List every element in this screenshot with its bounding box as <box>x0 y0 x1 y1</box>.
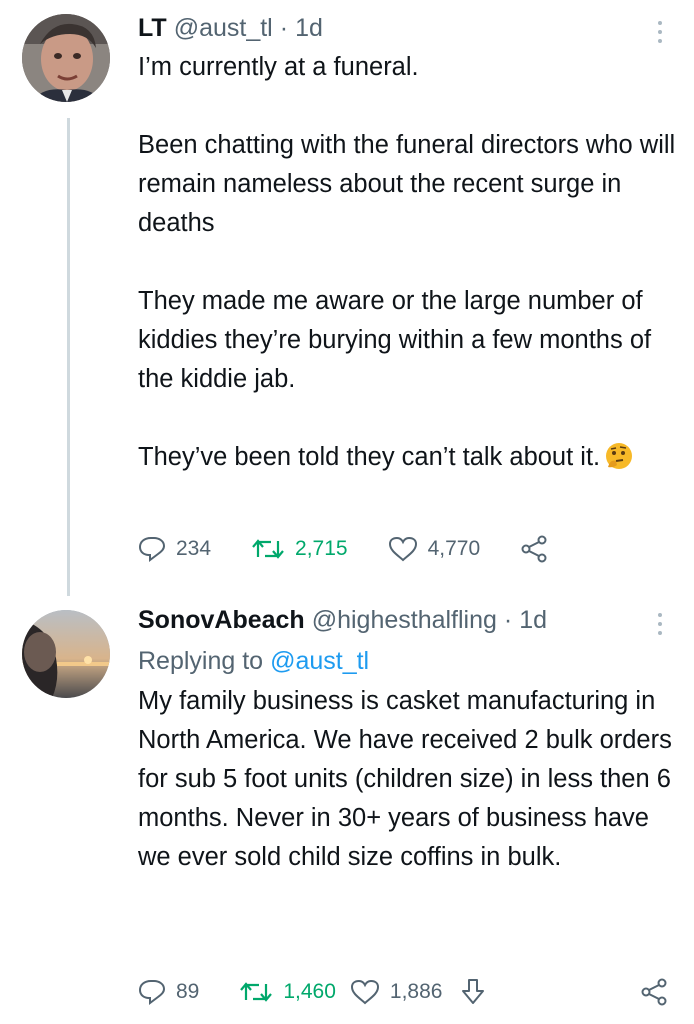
like-button[interactable]: 1,886 <box>350 979 443 1005</box>
share-icon <box>521 535 547 563</box>
tweet-2-text: My family business is casket manufacturi… <box>138 682 678 877</box>
tweet-2-author-name[interactable]: SonovAbeach <box>138 606 305 635</box>
like-count: 4,770 <box>427 537 481 560</box>
retweet-button[interactable]: 2,715 <box>251 537 348 561</box>
replying-to-link[interactable]: @aust_tl <box>270 647 369 676</box>
reply-button[interactable]: 234 <box>138 536 211 562</box>
tweet-1-author-name[interactable]: LT <box>138 14 167 43</box>
retweet-count: 1,460 <box>283 980 336 1003</box>
tweet-2[interactable]: SonovAbeach @highesthalfling · 1d Replyi… <box>138 600 678 877</box>
tweet-1-separator: · <box>279 13 289 42</box>
tweet-2-header: SonovAbeach @highesthalfling · 1d <box>138 600 678 640</box>
reply-icon <box>138 537 166 562</box>
retweet-icon <box>240 982 273 1002</box>
reply-button[interactable]: 89 <box>138 979 199 1005</box>
tweet-1-paragraph-4: They’ve been told they can’t talk about … <box>138 443 601 471</box>
download-button[interactable] <box>460 978 496 1006</box>
download-icon <box>462 979 485 1004</box>
replying-to-line: Replying to @aust_tl <box>138 640 678 682</box>
share-button[interactable] <box>640 978 678 1006</box>
replying-to-label: Replying to <box>138 646 264 675</box>
reply-count: 234 <box>176 537 212 560</box>
share-button[interactable] <box>520 535 558 563</box>
retweet-button[interactable]: 1,460 <box>239 980 336 1004</box>
tweet-1-actions: 234 2,715 4,770 <box>138 535 598 563</box>
avatar-lt-image <box>22 14 110 102</box>
tweet-1-header: LT @aust_tl · 1d <box>138 8 678 48</box>
like-icon <box>388 536 417 562</box>
tweet-1[interactable]: LT @aust_tl · 1d I’m currently at a fune… <box>138 8 678 483</box>
reply-count: 89 <box>176 980 200 1003</box>
more-icon[interactable] <box>650 18 670 46</box>
tweet-1-text: I’m currently at a funeral. Been chattin… <box>138 48 678 483</box>
reply-icon <box>138 980 166 1005</box>
tweet-1-author-handle[interactable]: @aust_tl <box>174 14 273 43</box>
tweet-2-author-handle[interactable]: @highesthalfling <box>312 606 497 635</box>
tweet-1-timestamp[interactable]: 1d <box>295 14 323 43</box>
avatar-sonovabeach[interactable] <box>22 610 110 698</box>
thinking-face-emoji-icon <box>604 441 634 483</box>
avatar-lt[interactable] <box>22 14 110 102</box>
retweet-icon <box>252 539 284 559</box>
share-icon <box>641 978 667 1006</box>
tweet-1-paragraph-3: They made me aware or the large number o… <box>138 287 652 393</box>
retweet-count: 2,715 <box>295 537 348 560</box>
more-icon[interactable] <box>650 610 670 638</box>
tweet-1-paragraph-2: Been chatting with the funeral directors… <box>138 131 676 237</box>
tweet-2-actions: 89 1,460 1,886 <box>138 978 678 1006</box>
tweet-1-paragraph-1: I’m currently at a funeral. <box>138 53 419 81</box>
tweet-1-paragraph-4-wrap: They’ve been told they can’t talk about … <box>138 438 678 483</box>
tweet-2-separator: · <box>503 605 513 634</box>
thread-connector-line <box>67 118 70 596</box>
avatar-sonovabeach-image <box>22 610 110 698</box>
like-icon <box>350 979 379 1005</box>
like-count: 1,886 <box>389 980 443 1003</box>
like-button[interactable]: 4,770 <box>388 536 481 562</box>
tweet-2-timestamp[interactable]: 1d <box>519 606 547 635</box>
tweet-2-paragraph: My family business is casket manufacturi… <box>138 687 672 871</box>
